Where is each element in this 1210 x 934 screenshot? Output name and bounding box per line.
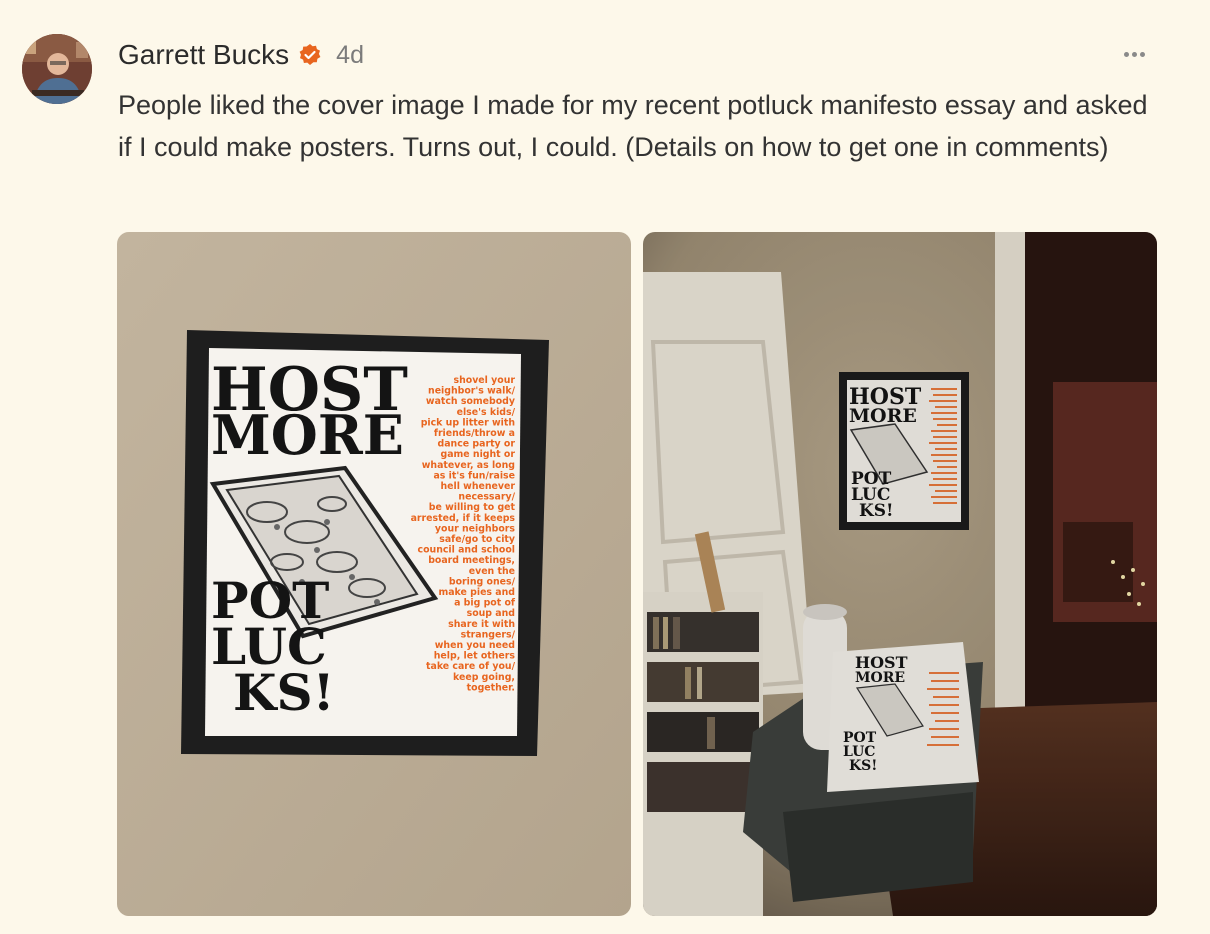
poster-side-text-line: boring ones/ [449,576,516,587]
poster-side-text-line: help, let others [434,651,516,662]
poster-side-text-line: strangers/ [461,629,516,640]
poster-side-text-line: a big pot of [454,598,516,609]
post-image-2[interactable]: HOST MORE POT LUC KS! HOST MORE POT LUC … [643,232,1157,916]
poster-side-text-line: your neighbors [435,523,516,534]
post-header: Garrett Bucks 4d [118,36,364,74]
poster-side-text-line: keep going, [453,672,515,683]
poster-side-text-line: safe/go to city [439,534,515,545]
post-image-1[interactable]: HOST MORE POT LUC KS! shovel your neighb… [117,232,631,916]
poster-side-text-line: as it's fun/raise [433,470,515,481]
poster-side-text-line: necessary/ [458,492,515,503]
poster-side-text-line: council and school [418,545,515,556]
poster-side-text-line: else's kids/ [457,407,516,418]
poster-side-text-line: friends/throw a [434,428,515,439]
poster-side-text-line: make pies and [438,587,515,598]
verified-badge-icon [299,44,321,65]
avatar[interactable] [22,34,92,104]
dot [1140,51,1145,57]
poster-side-text-line: take care of you/ [426,661,516,672]
poster-side-text-line: share it with [448,619,515,630]
poster-headline-more: MORE [211,403,404,467]
poster-side-text-line: even the [469,566,515,577]
post-timestamp[interactable]: 4d [336,41,364,70]
poster-side-text-line: watch somebody [426,396,515,407]
more-options-icon[interactable] [1124,44,1152,64]
poster-side-text-line: neighbor's walk/ [428,386,516,397]
poster-side-text-line: board meetings, [428,555,515,566]
poster-side-text-line: shovel your [454,375,516,386]
poster-side-text-line: hell whenever [440,481,515,492]
poster-side-text-line: be willing to get [429,502,516,513]
poster-side-text-line: arrested, if it keeps [411,513,516,524]
dot [1132,51,1137,57]
author-name[interactable]: Garrett Bucks [118,39,289,71]
poster-headline-ks: KS! [233,663,335,722]
poster-side-text-line: together. [467,682,515,693]
poster-side-text-line: game night or [440,449,515,460]
poster-side-text-line: pick up litter with [421,417,515,428]
poster-side-text-line: dance party or [438,439,516,450]
post-body: People liked the cover image I made for … [118,90,1148,162]
dot [1124,51,1129,57]
poster-side-text-line: whatever, as long [422,460,515,471]
poster-side-text-line: soup and [467,608,515,619]
poster-side-text-line: when you need [435,640,515,651]
